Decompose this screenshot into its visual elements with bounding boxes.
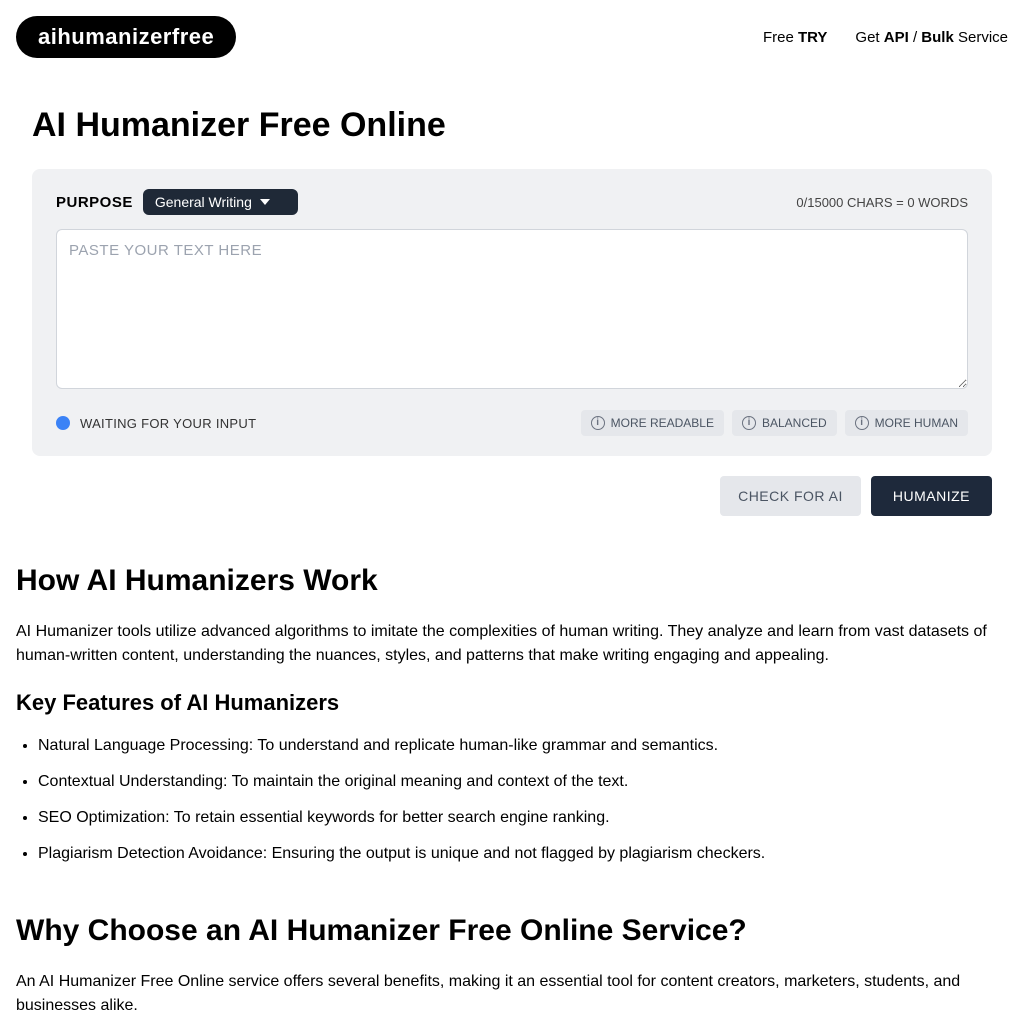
section-why-choose: Why Choose an AI Humanizer Free Online S… — [16, 914, 1008, 948]
nav-text-bold: Bulk — [921, 29, 954, 46]
status-dot-icon — [56, 416, 70, 430]
nav-text: Service — [954, 29, 1008, 46]
nav-free-try[interactable]: Free TRY — [763, 29, 827, 46]
paragraph: AI Humanizer tools utilize advanced algo… — [16, 620, 1008, 668]
content: How AI Humanizers Work AI Humanizer tool… — [0, 564, 1024, 1018]
mode-label: BALANCED — [762, 416, 827, 430]
list-item: Contextual Understanding: To maintain th… — [38, 770, 1008, 794]
nav-text: Free — [763, 29, 798, 46]
info-icon: i — [591, 416, 605, 430]
info-icon: i — [742, 416, 756, 430]
info-icon: i — [855, 416, 869, 430]
mode-more-readable[interactable]: i MORE READABLE — [581, 410, 724, 436]
section-how-it-works: How AI Humanizers Work — [16, 564, 1008, 598]
paragraph: An AI Humanizer Free Online service offe… — [16, 970, 1008, 1018]
nav-text-bold: API — [884, 29, 909, 46]
purpose-label: PURPOSE — [56, 194, 133, 211]
purpose-value: General Writing — [155, 194, 252, 210]
status: WAITING FOR YOUR INPUT — [56, 416, 256, 431]
section-key-features: Key Features of AI Humanizers — [16, 690, 1008, 716]
header: aihumanizerfree Free TRY Get API / Bulk … — [0, 0, 1024, 74]
main: AI Humanizer Free Online PURPOSE General… — [0, 106, 1024, 516]
nav-text-bold: TRY — [798, 29, 827, 46]
purpose-wrap: PURPOSE General Writing — [56, 189, 298, 215]
nav: Free TRY Get API / Bulk Service — [763, 29, 1008, 46]
modes: i MORE READABLE i BALANCED i MORE HUMAN — [581, 410, 968, 436]
mode-label: MORE HUMAN — [875, 416, 958, 430]
logo[interactable]: aihumanizerfree — [16, 16, 236, 58]
editor-panel: PURPOSE General Writing 0/15000 CHARS = … — [32, 169, 992, 456]
panel-top: PURPOSE General Writing 0/15000 CHARS = … — [56, 189, 968, 215]
humanize-button[interactable]: HUMANIZE — [871, 476, 992, 516]
text-input[interactable] — [56, 229, 968, 389]
mode-label: MORE READABLE — [611, 416, 714, 430]
list-item: SEO Optimization: To retain essential ke… — [38, 806, 1008, 830]
nav-text: Get — [855, 29, 883, 46]
purpose-select[interactable]: General Writing — [143, 189, 298, 215]
nav-text: / — [909, 29, 922, 46]
feature-list: Natural Language Processing: To understa… — [16, 734, 1008, 866]
panel-bottom: WAITING FOR YOUR INPUT iMORE READABLE iB… — [56, 410, 968, 436]
mode-more-human[interactable]: i MORE HUMAN — [845, 410, 968, 436]
list-item: Natural Language Processing: To understa… — [38, 734, 1008, 758]
page-title: AI Humanizer Free Online — [32, 106, 992, 145]
status-text: WAITING FOR YOUR INPUT — [80, 416, 256, 431]
actions: CHECK FOR AI HUMANIZE — [32, 476, 992, 516]
check-for-ai-button[interactable]: CHECK FOR AI — [720, 476, 861, 516]
nav-api-bulk[interactable]: Get API / Bulk Service — [855, 29, 1008, 46]
mode-balanced[interactable]: i BALANCED — [732, 410, 837, 436]
char-word-counter: 0/15000 CHARS = 0 WORDS — [796, 195, 968, 210]
list-item: Plagiarism Detection Avoidance: Ensuring… — [38, 842, 1008, 866]
